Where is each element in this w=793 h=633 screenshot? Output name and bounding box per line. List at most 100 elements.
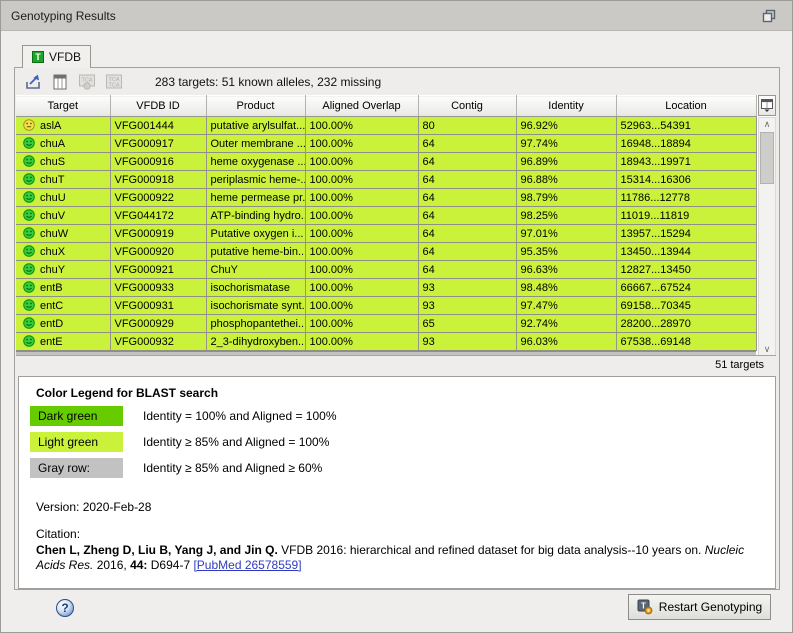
results-table-container: Target VFDB ID Product Aligned Overlap C…: [16, 95, 776, 356]
citation-title: VFDB 2016: hierarchical and refined data…: [281, 543, 701, 557]
target-name: chuT: [40, 174, 64, 186]
cell-location: 11019...11819: [616, 207, 756, 225]
cell-aligned-overlap: 100.00%: [305, 117, 418, 135]
column-header-aligned-overlap[interactable]: Aligned Overlap: [305, 96, 418, 117]
cell-target: chuY: [16, 261, 110, 279]
target-name: aslA: [40, 120, 61, 132]
tab-vfdb[interactable]: T VFDB: [22, 45, 91, 68]
cell-product: isochorismatase: [206, 279, 305, 297]
table-row[interactable]: chuXVFG000920putative heme-bin...100.00%…: [16, 243, 756, 261]
cell-contig: 80: [418, 117, 516, 135]
table-column-chooser-icon[interactable]: [758, 95, 776, 116]
target-name: chuX: [40, 246, 65, 258]
cell-location: 66667...67524: [616, 279, 756, 297]
table-row[interactable]: chuVVFG044172ATP-binding hydro...100.00%…: [16, 207, 756, 225]
table-row[interactable]: entBVFG000933isochorismatase100.00%9398.…: [16, 279, 756, 297]
targets-summary: 283 targets: 51 known alleles, 232 missi…: [155, 75, 381, 89]
targets-count-status: 51 targets: [16, 356, 776, 375]
cell-vfdb-id: VFG000916: [110, 153, 206, 171]
cell-vfdb-id: VFG001444: [110, 117, 206, 135]
table-row[interactable]: chuAVFG000917Outer membrane ...100.00%64…: [16, 135, 756, 153]
cell-contig: 64: [418, 153, 516, 171]
citation-text: Chen L, Zheng D, Liu B, Yang J, and Jin …: [36, 543, 766, 573]
cell-aligned-overlap: 100.00%: [305, 207, 418, 225]
table-row[interactable]: entDVFG000929phosphopantethei...100.00%6…: [16, 315, 756, 333]
float-view-icon[interactable]: [762, 9, 776, 23]
cell-location: 28200...28970: [616, 315, 756, 333]
table-row[interactable]: chuYVFG000921ChuY100.00%6496.63%12827...…: [16, 261, 756, 279]
scrollbar-up-arrow[interactable]: ∧: [758, 117, 776, 131]
cell-identity: 96.03%: [516, 333, 616, 351]
column-select-icon[interactable]: [49, 72, 71, 92]
cell-identity: 97.47%: [516, 297, 616, 315]
cell-aligned-overlap: 100.00%: [305, 189, 418, 207]
cell-vfdb-id: VFG000922: [110, 189, 206, 207]
cell-aligned-overlap: 100.00%: [305, 135, 418, 153]
status-ok-smiley-icon: [23, 245, 35, 257]
cell-target: chuU: [16, 189, 110, 207]
gray-swatch: Gray row:: [30, 458, 123, 478]
cell-product: Outer membrane ...: [206, 135, 305, 153]
cell-product: ATP-binding hydro...: [206, 207, 305, 225]
table-row[interactable]: chuTVFG000918periplasmic heme-...100.00%…: [16, 171, 756, 189]
scrollbar-thumb[interactable]: [760, 132, 774, 184]
column-header-vfdb-id[interactable]: VFDB ID: [110, 96, 206, 117]
restart-genotyping-button[interactable]: T Restart Genotyping: [628, 594, 771, 620]
column-header-contig[interactable]: Contig: [418, 96, 516, 117]
status-ok-smiley-icon: [23, 281, 35, 293]
scrollbar-down-arrow[interactable]: ∨: [758, 342, 776, 356]
cell-identity: 98.79%: [516, 189, 616, 207]
cell-aligned-overlap: 100.00%: [305, 333, 418, 351]
table-row[interactable]: aslAVFG001444putative arylsulfat...100.0…: [16, 117, 756, 135]
table-row[interactable]: chuUVFG000922heme permease pr...100.00%6…: [16, 189, 756, 207]
show-alignment-icon[interactable]: TCA TCA: [103, 72, 125, 92]
status-ok-smiley-icon: [23, 209, 35, 221]
table-row[interactable]: chuWVFG000919Putative oxygen i...100.00%…: [16, 225, 756, 243]
column-header-location[interactable]: Location: [616, 96, 756, 117]
cell-identity: 97.74%: [516, 135, 616, 153]
cell-aligned-overlap: 100.00%: [305, 243, 418, 261]
target-name: chuV: [40, 210, 65, 222]
column-header-identity[interactable]: Identity: [516, 96, 616, 117]
cell-location: 16948...18894: [616, 135, 756, 153]
genotyping-results-window: Genotyping Results T VFDB: [0, 0, 793, 633]
status-ok-smiley-icon: [23, 227, 35, 239]
column-header-product[interactable]: Product: [206, 96, 305, 117]
citation-authors: Chen L, Zheng D, Liu B, Yang J, and Jin …: [36, 543, 278, 557]
cell-aligned-overlap: 100.00%: [305, 297, 418, 315]
cell-vfdb-id: VFG000921: [110, 261, 206, 279]
results-table-body: aslAVFG001444putative arylsulfat...100.0…: [16, 117, 756, 351]
export-icon[interactable]: [22, 72, 44, 92]
table-row[interactable]: chuSVFG000916heme oxygenase ...100.00%64…: [16, 153, 756, 171]
table-tab-icon: T: [32, 51, 44, 63]
column-header-target[interactable]: Target: [16, 96, 110, 117]
cell-vfdb-id: VFG000932: [110, 333, 206, 351]
table-row[interactable]: entCVFG000931isochorismate synt...100.00…: [16, 297, 756, 315]
cell-location: 15314...16306: [616, 171, 756, 189]
legend-row-gray: Gray row: Identity ≥ 85% and Aligned ≥ 6…: [30, 458, 761, 478]
light-green-swatch: Light green row:: [30, 432, 123, 452]
cell-contig: 64: [418, 261, 516, 279]
cell-location: 67538...69148: [616, 333, 756, 351]
dark-green-description: Identity = 100% and Aligned = 100%: [143, 409, 336, 423]
pubmed-link[interactable]: [PubMed 26578559]: [193, 558, 301, 572]
status-ok-smiley-icon: [23, 299, 35, 311]
help-icon[interactable]: ?: [56, 599, 74, 617]
cell-target: entC: [16, 297, 110, 315]
cell-identity: 92.74%: [516, 315, 616, 333]
target-name: chuU: [40, 192, 66, 204]
status-ok-smiley-icon: [23, 191, 35, 203]
table-row[interactable]: entEVFG0009322_3-dihydroxyben...100.00%9…: [16, 333, 756, 351]
citation-label: Citation:: [36, 527, 761, 541]
target-name: chuW: [40, 228, 68, 240]
show-allele-sequence-icon[interactable]: TCA: [76, 72, 98, 92]
restart-genotyping-label: Restart Genotyping: [659, 600, 762, 614]
cell-product: 2_3-dihydroxyben...: [206, 333, 305, 351]
cell-identity: 96.92%: [516, 117, 616, 135]
cell-target: chuW: [16, 225, 110, 243]
cell-identity: 98.48%: [516, 279, 616, 297]
cell-aligned-overlap: 100.00%: [305, 153, 418, 171]
cell-aligned-overlap: 100.00%: [305, 279, 418, 297]
cell-contig: 93: [418, 279, 516, 297]
cell-location: 12827...13450: [616, 261, 756, 279]
